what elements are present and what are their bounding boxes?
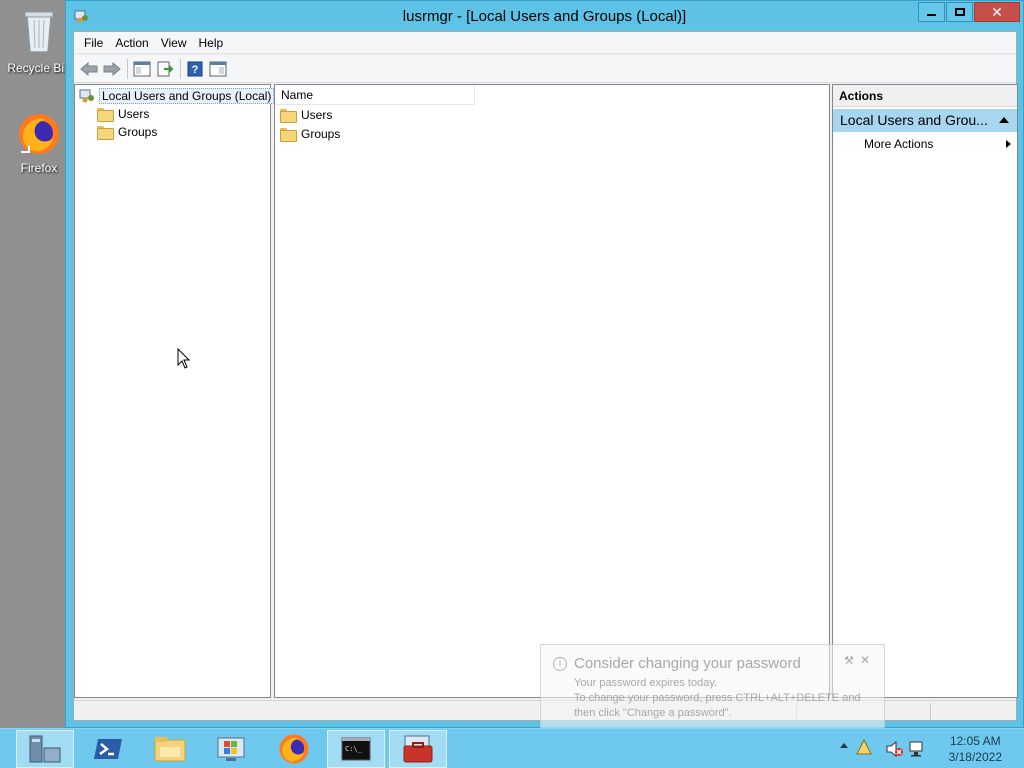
submenu-arrow-icon [1006,140,1011,148]
firefox-icon [279,734,309,764]
menu-bar: File Action View Help [74,32,1016,54]
action-center-icon[interactable] [856,739,872,757]
list-item-label: Users [301,107,333,122]
recycle-bin-icon [24,11,54,53]
taskbar-powershell[interactable] [79,730,137,768]
minimize-button[interactable] [918,2,945,22]
show-hide-action-pane-button[interactable] [207,58,229,80]
actions-pane-title: Actions [833,85,1017,107]
password-notification-balloon[interactable]: i Consider changing your password ⚒ ✕ Yo… [540,644,885,729]
tree-item-users[interactable]: Users [97,105,149,122]
collapse-caret-icon [999,117,1009,123]
notification-title: Consider changing your password [574,655,801,672]
file-explorer-icon [154,737,186,762]
notification-line: Your password expires today. [574,677,718,689]
column-header-name[interactable]: Name [275,85,475,105]
back-button[interactable] [78,58,100,80]
back-icon [80,61,98,76]
actions-group-header[interactable]: Local Users and Grou... [833,109,1017,132]
notification-body: Your password expires today. To change y… [574,676,861,721]
toolbar-separator [180,58,181,79]
forward-icon [103,61,121,76]
firefox-icon [19,114,59,154]
list-item-label: Groups [301,126,341,141]
clock-time: 12:05 AM [949,734,1001,748]
show-hide-console-tree-icon [133,61,151,76]
folder-icon [280,127,297,142]
window-title: lusrmgr - [Local Users and Groups (Local… [402,8,687,25]
windows-update-icon [217,737,245,761]
mmc-window: lusrmgr - [Local Users and Groups (Local… [65,0,1024,728]
menu-action[interactable]: Action [109,33,154,53]
tree-item-label: Users [118,106,150,121]
export-list-icon [157,61,174,76]
taskbar-windows-update[interactable] [203,730,261,768]
system-tray: 12:05 AM 3/18/2022 [834,729,1024,768]
menu-help[interactable]: Help [193,33,230,53]
tree-item-groups[interactable]: Groups [97,123,157,140]
clock-date: 3/18/2022 [948,750,1002,764]
folder-icon [97,125,114,140]
menu-view[interactable]: View [155,33,193,53]
svg-text:C:\_: C:\_ [345,745,363,753]
taskbar-command-prompt[interactable]: C:\_ [327,730,385,768]
taskbar-computer-management[interactable] [389,730,447,768]
minimize-icon [927,14,936,16]
menu-file[interactable]: File [78,33,109,53]
computer-management-icon [403,735,433,763]
show-hidden-icons-icon[interactable] [840,743,848,748]
command-prompt-icon: C:\_ [341,737,371,761]
maximize-icon [954,8,965,16]
title-bar[interactable]: lusrmgr - [Local Users and Groups (Local… [66,1,1023,31]
powershell-icon [94,739,122,759]
list-item-groups[interactable]: Groups [280,125,340,142]
help-icon: ? [187,61,203,76]
help-button[interactable]: ? [184,58,206,80]
local-users-groups-icon [79,89,94,102]
notification-line: then click "Change a password". [574,707,732,719]
more-actions-item[interactable]: More Actions [864,135,1011,153]
folder-icon [97,107,114,122]
export-list-button[interactable] [154,58,176,80]
taskbar-file-explorer[interactable] [141,730,199,768]
folder-icon [280,108,297,123]
show-hide-console-tree-button[interactable] [131,58,153,80]
forward-button[interactable] [101,58,123,80]
svg-text:?: ? [192,64,199,76]
close-icon: ✕ [991,3,1003,20]
volume-muted-icon[interactable] [886,741,904,757]
toolbar-separator [127,58,128,79]
settings-icon[interactable]: ⚒ [844,654,854,667]
result-list-pane[interactable]: Name Users Groups [274,84,830,698]
tree-item-label: Local Users and Groups (Local) [99,87,275,104]
mouse-cursor-icon [177,348,191,369]
tree-item-label: Groups [118,124,158,139]
taskbar-server-manager[interactable] [16,730,74,768]
status-bar-divider [930,703,931,719]
mmc-client-area: File Action View Help ? Local Users and … [73,31,1018,721]
network-icon[interactable] [908,741,926,757]
close-icon[interactable]: ✕ [860,653,870,667]
tree-item-root[interactable]: Local Users and Groups (Local) [79,87,275,104]
toolbar: ? [74,55,1016,83]
taskbar: C:\_ 12:05 AM 3/18/2022 [0,728,1024,768]
more-actions-label: More Actions [864,137,934,151]
console-tree-pane[interactable]: Local Users and Groups (Local) Users Gro… [74,84,275,698]
close-button[interactable]: ✕ [974,2,1020,22]
info-icon: i [553,657,567,671]
taskbar-clock[interactable]: 12:05 AM 3/18/2022 [949,733,1002,765]
list-item-users[interactable]: Users [280,106,332,123]
actions-pane: Actions Local Users and Grou... More Act… [832,84,1018,698]
notification-line: To change your password, press CTRL+ALT+… [574,692,861,704]
taskbar-firefox[interactable] [265,730,323,768]
server-manager-icon [29,735,61,763]
actions-group-label: Local Users and Grou... [840,112,988,128]
maximize-button[interactable] [946,2,973,22]
show-hide-action-pane-icon [209,61,227,76]
